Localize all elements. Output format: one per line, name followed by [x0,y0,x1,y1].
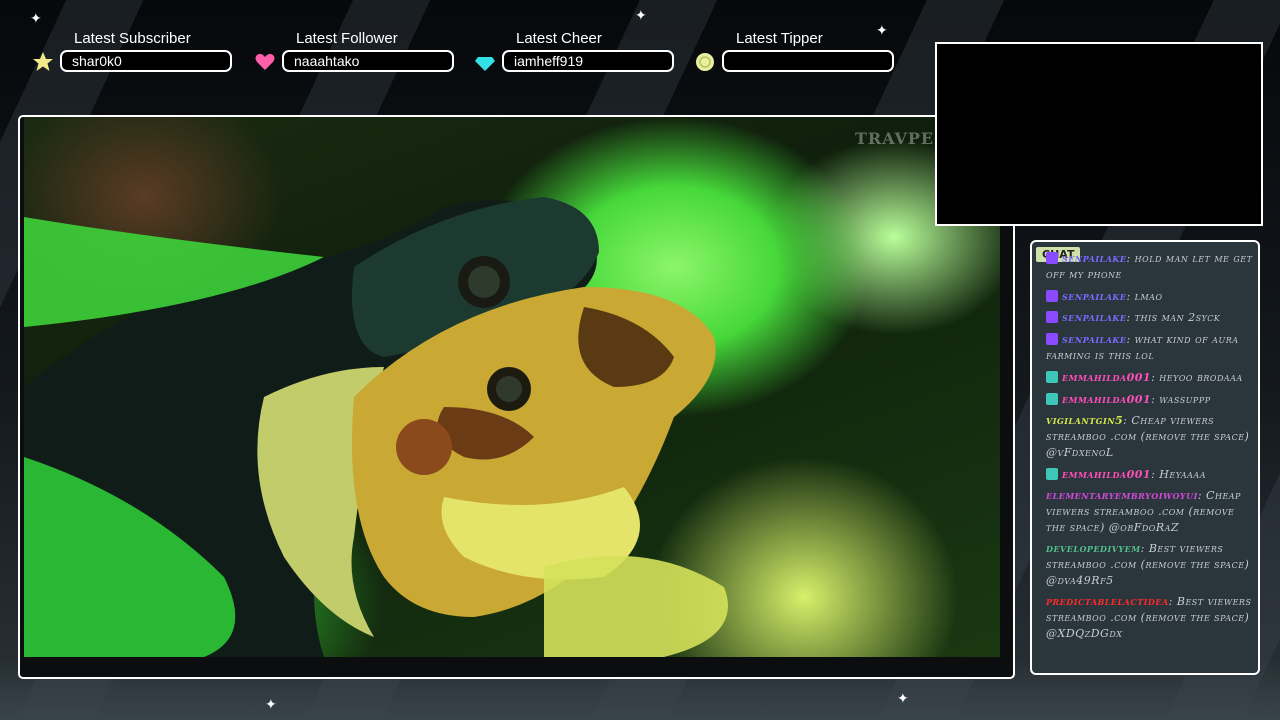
chat-text: wassuppp [1159,393,1211,406]
latest-subscriber-title: Latest Subscriber [74,30,191,47]
viewer-badge-icon [1046,371,1058,383]
chat-message: elementaryembryoiwoyui: Cheap viewers st… [1046,489,1241,534]
chat-message: emmahilda001: wassuppp [1046,392,1258,408]
chat-username[interactable]: predictablelactidea [1046,595,1169,608]
chat-message: senpailake: what kind of aura farming is… [1046,333,1239,362]
chat-message: senpailake: lmao [1046,289,1258,305]
chat-username[interactable]: developedivyem [1046,542,1141,555]
chat-message: developedivyem: Best viewers streamboo .… [1046,542,1250,587]
star-icon [32,51,54,73]
latest-follower-value: naaahtako [282,50,454,72]
chat-message: senpailake: this man 2syck [1046,310,1258,326]
chat-username[interactable]: emmahilda001 [1062,393,1151,406]
sparkle-icon: ✦ [635,8,647,24]
chat-message: emmahilda001: Heyaaaa [1046,467,1258,483]
sparkle-icon: ✦ [30,11,42,27]
viewer-badge-icon [1046,468,1058,480]
subscriber-badge-icon [1046,333,1058,345]
sparkle-icon: ✦ [265,697,277,713]
subscriber-badge-icon [1046,311,1058,323]
latest-subscriber-value: shar0k0 [60,50,232,72]
latest-cheer-title: Latest Cheer [516,30,602,47]
subscriber-badge-icon [1046,290,1058,302]
viewer-badge-icon [1046,393,1058,405]
latest-follower-widget: Latest Follower naaahtako [254,30,464,74]
latest-tipper-widget: Latest Tipper [694,30,904,74]
latest-tipper-title: Latest Tipper [736,30,823,47]
chat-text: lmao [1134,290,1163,303]
heart-icon [254,51,276,73]
chat-username[interactable]: senpailake [1062,252,1126,265]
chat-text: this man 2syck [1134,311,1221,324]
webcam-box [935,42,1263,226]
chat-message: emmahilda001: heyoo brodaaa [1046,370,1258,386]
latest-follower-title: Latest Follower [296,30,398,47]
chat-username[interactable]: elementaryembryoiwoyui [1046,489,1198,502]
coin-icon [694,51,716,73]
latest-subscriber-widget: Latest Subscriber shar0k0 [32,30,242,74]
latest-tipper-value [722,50,894,72]
latest-cheer-widget: Latest Cheer iamheff919 [474,30,684,74]
chat-username[interactable]: senpailake [1062,333,1126,346]
chat-text: heyoo brodaaa [1159,371,1243,384]
latest-cheer-value: iamheff919 [502,50,674,72]
chat-username[interactable]: senpailake [1062,290,1126,303]
chat-username[interactable]: senpailake [1062,311,1126,324]
chat-username[interactable]: vigilantgin5 [1046,414,1123,427]
chat-message: vigilantgin5: Cheap viewers streamboo .c… [1046,414,1250,459]
chat-text: Heyaaaa [1159,468,1206,481]
chat-message: predictablelactidea: Best viewers stream… [1046,595,1252,640]
video-player[interactable] [24,117,1000,657]
chat-username[interactable]: emmahilda001 [1062,468,1151,481]
sparkle-icon: ✦ [897,691,909,707]
chat-username[interactable]: emmahilda001 [1062,371,1151,384]
gem-icon [474,51,496,73]
snake-and-frog-image [24,197,728,657]
chat-message: senpailake: hold man let me get off my p… [1046,252,1253,281]
subscriber-badge-icon [1046,252,1058,264]
